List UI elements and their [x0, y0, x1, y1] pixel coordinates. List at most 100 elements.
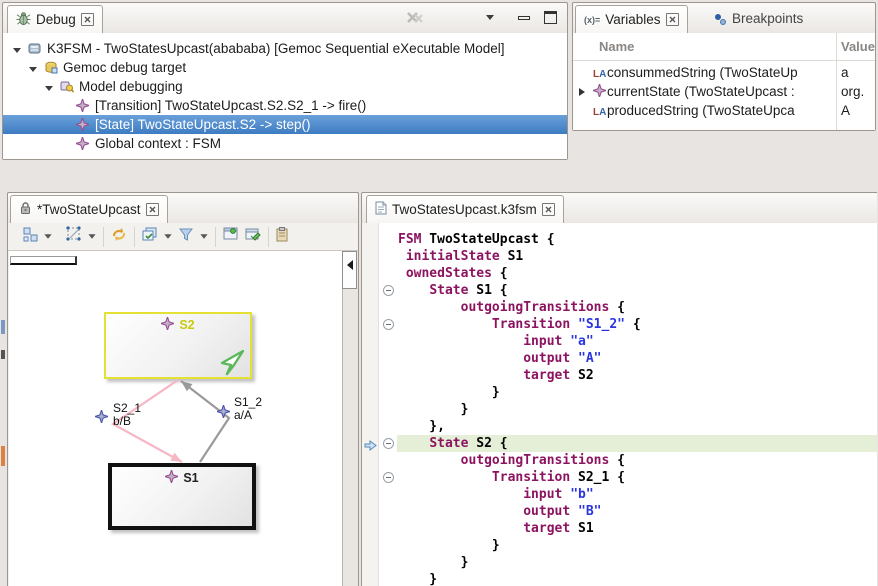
- tab-debug-label: Debug: [36, 12, 76, 27]
- debug-tree-row-label: Model debugging: [79, 79, 183, 94]
- code-line[interactable]: },: [398, 418, 445, 435]
- maximize-icon[interactable]: [544, 11, 557, 24]
- debug-tree-row[interactable]: Gemoc debug target: [3, 58, 567, 77]
- palette-collapse-button[interactable]: [342, 251, 357, 289]
- variable-value: a: [841, 65, 873, 80]
- file-icon: [375, 201, 387, 218]
- debug-tree-row[interactable]: K3FSM - TwoStatesUpcast(abababa) [Gemoc …: [3, 39, 567, 58]
- variable-row[interactable]: LAproducedString (TwoStateUpcaA: [573, 101, 875, 120]
- variable-row[interactable]: LAconsummedString (TwoStateUp a: [573, 63, 875, 82]
- arrange-all-icon[interactable]: [23, 227, 38, 247]
- code-line[interactable]: ownedStates {: [398, 265, 508, 282]
- close-icon[interactable]: [666, 13, 679, 26]
- close-icon[interactable]: [81, 13, 94, 26]
- tab-diagram-label: *TwoStateUpcast: [37, 202, 141, 217]
- select-marquee-icon[interactable]: [66, 226, 82, 247]
- select-menu-icon[interactable]: [88, 234, 95, 239]
- code-editor-body[interactable]: FSM TwoStateUpcast { initialState S1 own…: [362, 223, 877, 586]
- code-line[interactable]: Transition "S1_2" {: [398, 316, 641, 333]
- remove-all-terminated-icon[interactable]: [406, 11, 428, 30]
- code-line[interactable]: }: [398, 401, 468, 418]
- variables-view-panel: (x)= Variables Breakpoints Name Value LA…: [572, 2, 876, 131]
- export-diagram-icon[interactable]: [223, 227, 239, 246]
- variable-name: consummedString (TwoStateUp: [607, 65, 798, 80]
- edge-marker-blue: [1, 320, 5, 334]
- expander-icon[interactable]: [13, 41, 22, 56]
- code-line[interactable]: outgoingTransitions {: [398, 452, 625, 469]
- code-line[interactable]: initialState S1: [398, 248, 523, 265]
- column-value[interactable]: Value: [841, 39, 875, 54]
- diagram-editor-tabbar: *TwoStateUpcast: [8, 193, 358, 224]
- expand-arrow-icon[interactable]: [579, 88, 585, 96]
- debug-tree-row[interactable]: Model debugging: [3, 77, 567, 96]
- tab-debug[interactable]: Debug: [7, 5, 103, 33]
- transition-label-s2_1[interactable]: S2_1b/B: [113, 402, 141, 428]
- variable-name: currentState (TwoStateUpcast :: [607, 84, 795, 99]
- state-star-icon: [161, 317, 174, 333]
- expander-icon[interactable]: [45, 79, 54, 94]
- code-line[interactable]: FSM TwoStateUpcast {: [398, 231, 555, 248]
- code-line[interactable]: State S1 {: [398, 282, 508, 299]
- purple-star-icon: [593, 84, 607, 100]
- layers-icon[interactable]: [142, 227, 158, 247]
- purple-star-icon: [75, 117, 90, 132]
- tab-diagram[interactable]: *TwoStateUpcast: [10, 195, 168, 223]
- debug-view-tabbar: Debug: [3, 3, 567, 34]
- tab-breakpoints[interactable]: Breakpoints: [707, 5, 811, 32]
- debug-tree-row[interactable]: [Transition] TwoStateUpcast.S2.S2_1 -> f…: [3, 96, 567, 115]
- code-line[interactable]: target S1: [398, 520, 594, 537]
- fold-collapse-icon[interactable]: [383, 472, 394, 483]
- variable-row[interactable]: currentState (TwoStateUpcast :org.: [573, 82, 875, 101]
- close-icon[interactable]: [542, 203, 555, 216]
- debug-tree: K3FSM - TwoStatesUpcast(abababa) [Gemoc …: [3, 33, 567, 159]
- code-line[interactable]: State S2 {: [398, 435, 508, 452]
- state-star-icon: [165, 470, 178, 486]
- arrange-menu-icon[interactable]: [44, 234, 51, 239]
- column-name[interactable]: Name: [599, 39, 634, 54]
- annotation-ruler[interactable]: [362, 223, 379, 586]
- code-editor-panel: TwoStatesUpcast.k3fsm FSM TwoStateUpcast…: [361, 192, 877, 586]
- string-variable-icon: LA: [593, 65, 607, 80]
- code-line[interactable]: output "A": [398, 350, 602, 367]
- debug-tree-row[interactable]: Global context : FSM: [3, 134, 567, 153]
- purple-star-icon: [75, 98, 90, 113]
- edit-properties-icon[interactable]: [245, 227, 261, 246]
- state-label: S1: [183, 471, 198, 485]
- clipboard-icon[interactable]: [276, 227, 288, 247]
- diagram-editor-panel: *TwoStateUpcast: [7, 192, 359, 586]
- code-line[interactable]: }: [398, 554, 468, 571]
- tab-k3fsm-file[interactable]: TwoStatesUpcast.k3fsm: [366, 195, 564, 223]
- variable-value: A: [841, 103, 873, 118]
- filter-menu-icon[interactable]: [200, 234, 207, 239]
- state-node-s2[interactable]: S2: [104, 312, 252, 379]
- view-menu-icon[interactable]: [486, 15, 494, 20]
- fold-collapse-icon[interactable]: [383, 438, 394, 449]
- refresh-icon[interactable]: [111, 227, 127, 247]
- code-line[interactable]: }: [398, 537, 500, 554]
- close-icon[interactable]: [146, 203, 159, 216]
- code-line[interactable]: output "B": [398, 503, 602, 520]
- fold-collapse-icon[interactable]: [383, 285, 394, 296]
- debug-tree-row-label: Gemoc debug target: [63, 60, 186, 75]
- code-line[interactable]: input "b": [398, 486, 594, 503]
- filter-icon[interactable]: [178, 227, 194, 247]
- transition-label-s1_2[interactable]: S1_2a/A: [234, 396, 262, 422]
- transition-event: a/A: [234, 409, 262, 422]
- code-line[interactable]: input "a": [398, 333, 594, 350]
- tab-variables[interactable]: (x)= Variables: [575, 5, 688, 33]
- code-line[interactable]: outgoingTransitions {: [398, 299, 625, 316]
- code-line[interactable]: }: [398, 571, 437, 586]
- state-node-s1[interactable]: S1: [108, 463, 256, 530]
- minimize-icon[interactable]: [518, 16, 530, 20]
- layers-menu-icon[interactable]: [164, 234, 171, 239]
- code-line[interactable]: Transition S2_1 {: [398, 469, 625, 486]
- transition-event: b/B: [113, 415, 141, 428]
- diagram-canvas[interactable]: S2 S1 S2_1b/B S1_2a/A: [9, 251, 344, 586]
- expander-icon[interactable]: [29, 60, 38, 75]
- code-line[interactable]: target S2: [398, 367, 594, 384]
- folding-ruler[interactable]: [379, 223, 397, 586]
- fold-collapse-icon[interactable]: [383, 319, 394, 330]
- debug-tree-row[interactable]: [State] TwoStateUpcast.S2 -> step(): [3, 115, 567, 134]
- code-line[interactable]: }: [398, 384, 500, 401]
- palette-strip: [342, 251, 358, 586]
